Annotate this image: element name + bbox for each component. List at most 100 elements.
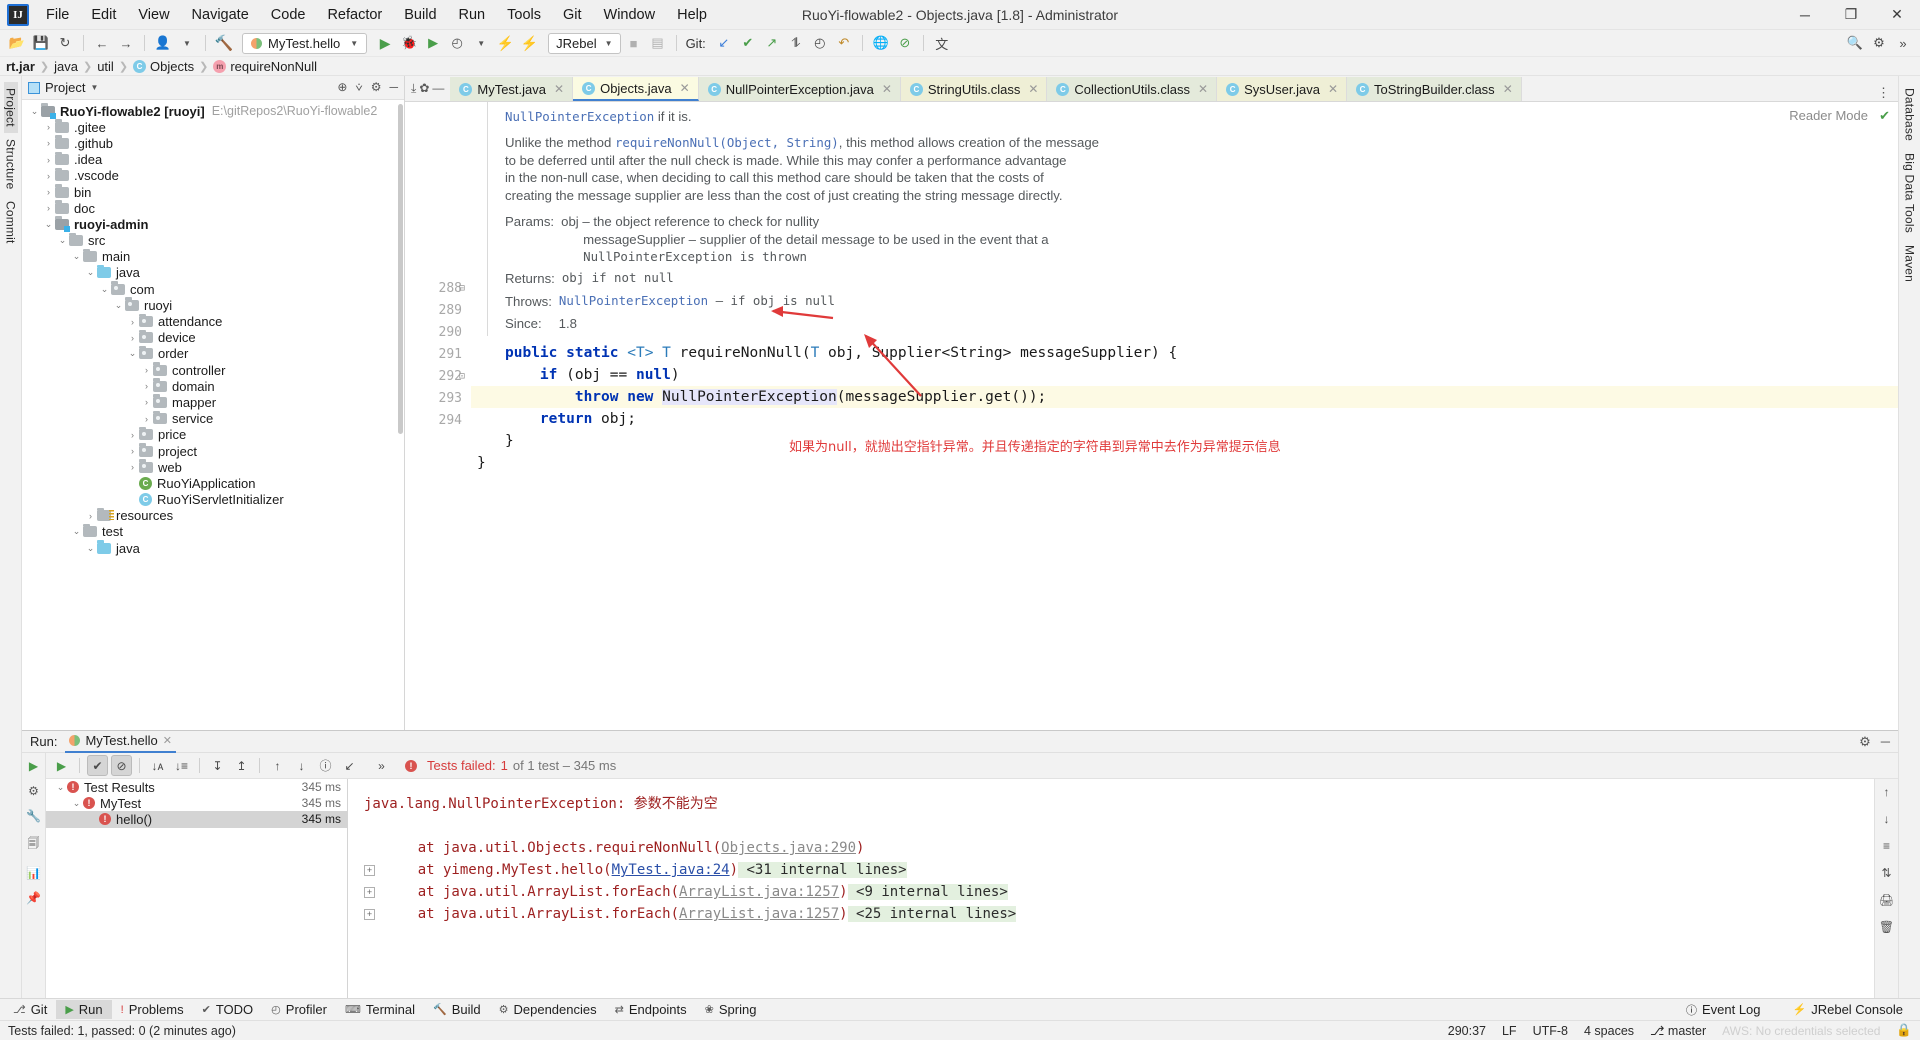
- chevron-down-icon[interactable]: ⌄: [28, 106, 41, 117]
- rail-item-structure[interactable]: Structure: [4, 133, 18, 196]
- chevron-right-icon[interactable]: ›: [140, 397, 153, 407]
- project-hide-icon[interactable]: ─: [389, 80, 398, 95]
- scroll-up-icon[interactable]: ↑: [1884, 785, 1890, 799]
- test-history-icon[interactable]: ⓘ: [315, 755, 336, 776]
- tool-window-button[interactable]: ◴ Profiler: [262, 1000, 336, 1019]
- rail-item-project[interactable]: Project: [3, 82, 18, 133]
- prev-failed-test-icon[interactable]: ↑: [267, 755, 288, 776]
- project-scrollbar[interactable]: [398, 104, 403, 434]
- sort-by-duration-icon[interactable]: ↓≡: [171, 755, 192, 776]
- chevron-down-icon[interactable]: ⌄: [84, 267, 97, 278]
- run-configuration-selector[interactable]: MyTest.hello ▼: [242, 32, 368, 54]
- tree-row[interactable]: › resources: [22, 507, 404, 524]
- expand-all-icon[interactable]: ↧: [207, 755, 228, 776]
- tree-row[interactable]: ⌄ ruoyi-admin: [22, 216, 404, 232]
- chevron-right-icon[interactable]: ›: [42, 138, 55, 148]
- menu-file[interactable]: File: [35, 3, 80, 27]
- pin-side-icon[interactable]: 📌: [26, 891, 41, 905]
- chevron-down-icon[interactable]: ⌄: [126, 348, 139, 359]
- scroll-to-end-icon[interactable]: ⇅: [1881, 866, 1891, 880]
- tree-row[interactable]: ⌄ com: [22, 281, 404, 297]
- javadoc-throws-link[interactable]: NullPointerException: [559, 293, 708, 308]
- chevron-right-icon[interactable]: ›: [84, 511, 97, 521]
- minimize-button[interactable]: ─: [1782, 0, 1828, 30]
- tree-row[interactable]: ⌄ ruoyi: [22, 297, 404, 313]
- internal-lines-badge[interactable]: <9 internal lines>: [847, 884, 1008, 900]
- tool-window-button[interactable]: 🔨 Build: [424, 1000, 490, 1019]
- rerun-side-icon[interactable]: ▶: [29, 759, 38, 773]
- chevron-down-icon[interactable]: ⌄: [56, 235, 69, 246]
- chart-side-icon[interactable]: 📊: [26, 866, 41, 880]
- tree-row[interactable]: ⌄ java: [22, 540, 404, 556]
- source-link[interactable]: ArrayList.java:1257: [679, 906, 839, 922]
- debug-button[interactable]: 🐞: [398, 32, 420, 54]
- run-with-coverage-button[interactable]: ▶: [422, 32, 444, 54]
- close-icon[interactable]: ✕: [1328, 82, 1338, 96]
- editor-tab[interactable]: C NullPointerException.java ✕: [698, 77, 901, 101]
- file-encoding[interactable]: UTF-8: [1533, 1024, 1568, 1038]
- chevron-down-icon[interactable]: ⌄: [70, 251, 83, 262]
- collapse-all-icon[interactable]: ↥: [231, 755, 252, 776]
- breadcrumb-item-java[interactable]: java: [54, 59, 78, 74]
- tree-row[interactable]: ⌄ test: [22, 523, 404, 540]
- source-link[interactable]: Objects.java:290: [721, 840, 856, 856]
- tool-window-button[interactable]: ⓘ Event Log: [1677, 1000, 1770, 1020]
- profiler-chevron-icon[interactable]: ▼: [470, 32, 492, 54]
- chevron-right-icon[interactable]: ›: [126, 430, 139, 440]
- lock-icon[interactable]: 🔒: [1896, 1023, 1912, 1038]
- tree-row[interactable]: ⌄ main: [22, 248, 404, 265]
- jrebel-debug-button[interactable]: ⚡: [518, 32, 540, 54]
- code-lines[interactable]: public static <T> T requireNonNull(T obj…: [471, 342, 1898, 496]
- javadoc-npe-link[interactable]: NullPointerException: [505, 109, 654, 124]
- editor-tab[interactable]: C ToStringBuilder.class ✕: [1347, 77, 1522, 101]
- tree-row[interactable]: › web: [22, 459, 404, 475]
- chevron-down-icon[interactable]: ⌄: [84, 543, 97, 554]
- more-actions-icon[interactable]: »: [371, 755, 392, 776]
- project-scope-chevron-icon[interactable]: ▼: [90, 83, 98, 92]
- run-panel-settings-icon[interactable]: ⚙: [1859, 734, 1871, 750]
- indent-setting[interactable]: 4 spaces: [1584, 1024, 1634, 1038]
- tree-row[interactable]: ⌄ java: [22, 264, 404, 281]
- tool-window-button[interactable]: ⇄ Endpoints: [606, 1000, 696, 1019]
- tabs-pin-icon[interactable]: ✿: [419, 81, 429, 95]
- tree-row[interactable]: › .github: [22, 135, 404, 151]
- chevron-right-icon[interactable]: ›: [126, 462, 139, 472]
- wrench-side-icon[interactable]: 🔧: [26, 809, 41, 823]
- print-side-icon[interactable]: 🗐: [28, 834, 40, 855]
- browser-icon[interactable]: 🌐: [870, 32, 892, 54]
- menu-window[interactable]: Window: [593, 3, 667, 27]
- tree-row[interactable]: › doc: [22, 200, 404, 216]
- tree-row[interactable]: › project: [22, 443, 404, 459]
- tree-row[interactable]: › mapper: [22, 394, 404, 410]
- breadcrumb-item-objects[interactable]: C Objects: [133, 59, 194, 74]
- expand-frames-icon[interactable]: +: [364, 908, 375, 920]
- editor-tab[interactable]: C SysUser.java ✕: [1217, 77, 1348, 101]
- breadcrumb-item-util[interactable]: util: [97, 59, 114, 74]
- close-icon[interactable]: ✕: [1503, 82, 1513, 96]
- tree-row[interactable]: › .vscode: [22, 167, 404, 184]
- git-commit-icon[interactable]: ✔: [737, 32, 759, 54]
- chevron-down-icon[interactable]: ⌄: [112, 300, 125, 311]
- jrebel-selector[interactable]: JRebel ▼: [548, 32, 621, 54]
- close-icon[interactable]: ✕: [554, 82, 564, 96]
- stack-frame[interactable]: + at yimeng.MyTest.hello(MyTest.java:24)…: [364, 859, 1874, 881]
- test-results-tree[interactable]: ⌄! Test Results 345 ms ⌄! MyTest 345 ms! hello…: [46, 779, 348, 998]
- editor-gutter[interactable]: 288 289 290 291 292 293 294 ⊟ ⊡: [405, 102, 471, 730]
- collapse-all-icon[interactable]: ⩒: [355, 80, 362, 95]
- rail-item-database[interactable]: Database: [1903, 82, 1917, 147]
- settings-icon[interactable]: ⚙: [1868, 32, 1890, 54]
- chevron-down-icon[interactable]: ⌄: [70, 526, 83, 537]
- line-separator[interactable]: LF: [1502, 1024, 1517, 1038]
- tree-row[interactable]: ⌄ src: [22, 232, 404, 249]
- tool-window-button[interactable]: ⚡ JRebel Console: [1784, 1000, 1912, 1019]
- undo-icon[interactable]: ↶: [833, 32, 855, 54]
- tree-row[interactable]: ⌄ order: [22, 345, 404, 362]
- tabs-sort-icon[interactable]: ⤓: [411, 81, 416, 96]
- run-button[interactable]: ▶: [374, 32, 396, 54]
- rail-item-maven[interactable]: Maven: [1903, 239, 1917, 288]
- close-icon[interactable]: ✕: [680, 81, 690, 95]
- scroll-down-icon[interactable]: ↓: [1884, 812, 1890, 826]
- layout-button[interactable]: ▤: [647, 32, 669, 54]
- chevron-right-icon[interactable]: ›: [140, 381, 153, 391]
- menu-view[interactable]: View: [127, 3, 180, 27]
